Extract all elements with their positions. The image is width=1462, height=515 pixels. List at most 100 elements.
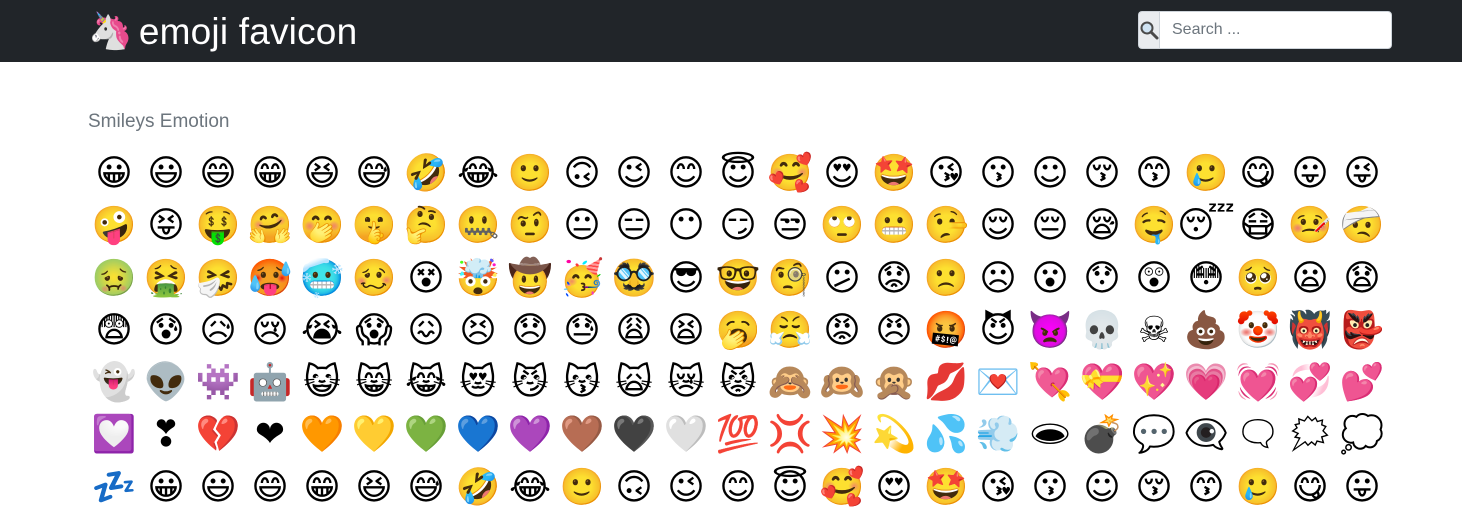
emoji-item[interactable]: 😂 bbox=[504, 462, 556, 514]
emoji-item[interactable]: 💭 bbox=[1336, 409, 1388, 461]
emoji-item[interactable]: 💨 bbox=[972, 409, 1024, 461]
emoji-item[interactable]: 🥶 bbox=[296, 253, 348, 305]
emoji-item[interactable]: 💟 bbox=[88, 409, 140, 461]
emoji-item[interactable]: 😋 bbox=[1232, 148, 1284, 200]
emoji-item[interactable]: 😖 bbox=[400, 305, 452, 357]
emoji-item[interactable]: 💌 bbox=[972, 357, 1024, 409]
emoji-item[interactable]: 🤯 bbox=[452, 253, 504, 305]
emoji-item[interactable]: 🥰 bbox=[764, 148, 816, 200]
emoji-item[interactable]: 😽 bbox=[556, 357, 608, 409]
emoji-item[interactable]: 😏 bbox=[712, 200, 764, 252]
emoji-item[interactable]: 🥸 bbox=[608, 253, 660, 305]
emoji-item[interactable]: 👿 bbox=[1024, 305, 1076, 357]
emoji-item[interactable]: 🙀 bbox=[608, 357, 660, 409]
emoji-item[interactable]: 😯 bbox=[1076, 253, 1128, 305]
emoji-item[interactable]: 😪 bbox=[1076, 200, 1128, 252]
emoji-item[interactable]: 🤗 bbox=[244, 200, 296, 252]
emoji-item[interactable]: 🤨 bbox=[504, 200, 556, 252]
emoji-item[interactable]: 🥲 bbox=[1180, 148, 1232, 200]
emoji-item[interactable]: 😎 bbox=[660, 253, 712, 305]
emoji-item[interactable]: 🤫 bbox=[348, 200, 400, 252]
emoji-item[interactable]: 😴 bbox=[1177, 200, 1235, 252]
emoji-item[interactable]: 🤡 bbox=[1232, 305, 1284, 357]
emoji-item[interactable]: 💤 bbox=[88, 462, 140, 514]
emoji-item[interactable]: 🤭 bbox=[296, 200, 348, 252]
emoji-item[interactable]: 💬 bbox=[1128, 409, 1180, 461]
emoji-item[interactable]: 🤬 bbox=[920, 305, 972, 357]
emoji-item[interactable]: 😊 bbox=[660, 148, 712, 200]
emoji-item[interactable]: 🤔 bbox=[400, 200, 452, 252]
emoji-item[interactable]: 😦 bbox=[1284, 253, 1336, 305]
emoji-item[interactable]: 👁️‍🗨️ bbox=[1180, 409, 1232, 461]
emoji-item[interactable]: 🖤 bbox=[608, 409, 660, 461]
emoji-item[interactable]: 😇 bbox=[712, 148, 764, 200]
emoji-item[interactable]: 😤 bbox=[764, 305, 816, 357]
emoji-item[interactable]: 😍 bbox=[816, 148, 868, 200]
emoji-item[interactable]: 🙁 bbox=[920, 253, 972, 305]
emoji-item[interactable]: 😻 bbox=[452, 357, 504, 409]
emoji-item[interactable]: 😝 bbox=[140, 200, 192, 252]
emoji-item[interactable]: 🤪 bbox=[88, 200, 140, 252]
emoji-item[interactable]: 🙂 bbox=[556, 462, 608, 514]
emoji-item[interactable]: 😒 bbox=[764, 200, 816, 252]
emoji-item[interactable]: 🙄 bbox=[816, 200, 868, 252]
emoji-item[interactable]: 🤣 bbox=[452, 462, 504, 514]
emoji-item[interactable]: 🤩 bbox=[920, 462, 972, 514]
emoji-item[interactable]: 😊 bbox=[712, 462, 764, 514]
emoji-item[interactable]: 😗 bbox=[1024, 462, 1076, 514]
emoji-item[interactable]: 💚 bbox=[400, 409, 452, 461]
emoji-item[interactable]: 💛 bbox=[348, 409, 400, 461]
emoji-item[interactable]: 🤮 bbox=[140, 253, 192, 305]
emoji-item[interactable]: 🤑 bbox=[192, 200, 244, 252]
emoji-item[interactable]: 🙃 bbox=[608, 462, 660, 514]
emoji-item[interactable]: 😔 bbox=[1024, 200, 1076, 252]
emoji-item[interactable]: 😂 bbox=[452, 148, 504, 200]
emoji-item[interactable]: 😄 bbox=[244, 462, 296, 514]
emoji-item[interactable]: 😜 bbox=[1336, 148, 1388, 200]
emoji-item[interactable]: 💀 bbox=[1076, 305, 1128, 357]
emoji-item[interactable]: 🤖 bbox=[244, 357, 296, 409]
emoji-item[interactable]: 😃 bbox=[192, 462, 244, 514]
emoji-item[interactable]: 🥺 bbox=[1232, 253, 1284, 305]
emoji-item[interactable]: 💩 bbox=[1180, 305, 1232, 357]
emoji-item[interactable]: 🥴 bbox=[348, 253, 400, 305]
search-input[interactable] bbox=[1159, 11, 1392, 49]
emoji-item[interactable]: 😨 bbox=[88, 305, 140, 357]
emoji-item[interactable]: 😗 bbox=[972, 148, 1024, 200]
emoji-item[interactable]: 💯 bbox=[712, 409, 764, 461]
emoji-item[interactable]: 😈 bbox=[972, 305, 1024, 357]
emoji-item[interactable]: 😍 bbox=[868, 462, 920, 514]
emoji-item[interactable]: 💖 bbox=[1128, 357, 1180, 409]
emoji-item[interactable]: 😹 bbox=[400, 357, 452, 409]
emoji-item[interactable]: 😣 bbox=[452, 305, 504, 357]
emoji-item[interactable]: 😋 bbox=[1284, 462, 1336, 514]
emoji-item[interactable]: 🤎 bbox=[556, 409, 608, 461]
emoji-item[interactable]: 😱 bbox=[348, 305, 400, 357]
emoji-item[interactable]: 💗 bbox=[1180, 357, 1232, 409]
emoji-item[interactable]: 😼 bbox=[504, 357, 556, 409]
emoji-item[interactable]: 🙊 bbox=[868, 357, 920, 409]
emoji-item[interactable]: 😉 bbox=[660, 462, 712, 514]
emoji-item[interactable]: 🤕 bbox=[1336, 200, 1388, 252]
emoji-item[interactable]: 😛 bbox=[1336, 462, 1388, 514]
emoji-item[interactable]: 😠 bbox=[868, 305, 920, 357]
emoji-item[interactable]: 😀 bbox=[88, 148, 140, 200]
emoji-item[interactable]: 😩 bbox=[608, 305, 660, 357]
emoji-item[interactable]: 🤥 bbox=[920, 200, 972, 252]
emoji-item[interactable]: 💢 bbox=[764, 409, 816, 461]
emoji-item[interactable]: 💫 bbox=[868, 409, 920, 461]
emoji-item[interactable]: 😞 bbox=[504, 305, 556, 357]
emoji-item[interactable]: 💦 bbox=[920, 409, 972, 461]
emoji-item[interactable]: 😙 bbox=[1180, 462, 1232, 514]
emoji-item[interactable]: 😳 bbox=[1180, 253, 1232, 305]
emoji-item[interactable]: 💣 bbox=[1076, 409, 1128, 461]
emoji-item[interactable]: 💝 bbox=[1076, 357, 1128, 409]
emoji-item[interactable]: 😄 bbox=[192, 148, 244, 200]
emoji-item[interactable]: 😅 bbox=[400, 462, 452, 514]
emoji-item[interactable]: 😉 bbox=[608, 148, 660, 200]
emoji-item[interactable]: 💥 bbox=[816, 409, 868, 461]
emoji-item[interactable]: 😇 bbox=[764, 462, 816, 514]
emoji-item[interactable]: 🤣 bbox=[400, 148, 452, 200]
emoji-item[interactable]: ❤ bbox=[244, 409, 296, 461]
emoji-item[interactable]: 🤠 bbox=[504, 253, 556, 305]
